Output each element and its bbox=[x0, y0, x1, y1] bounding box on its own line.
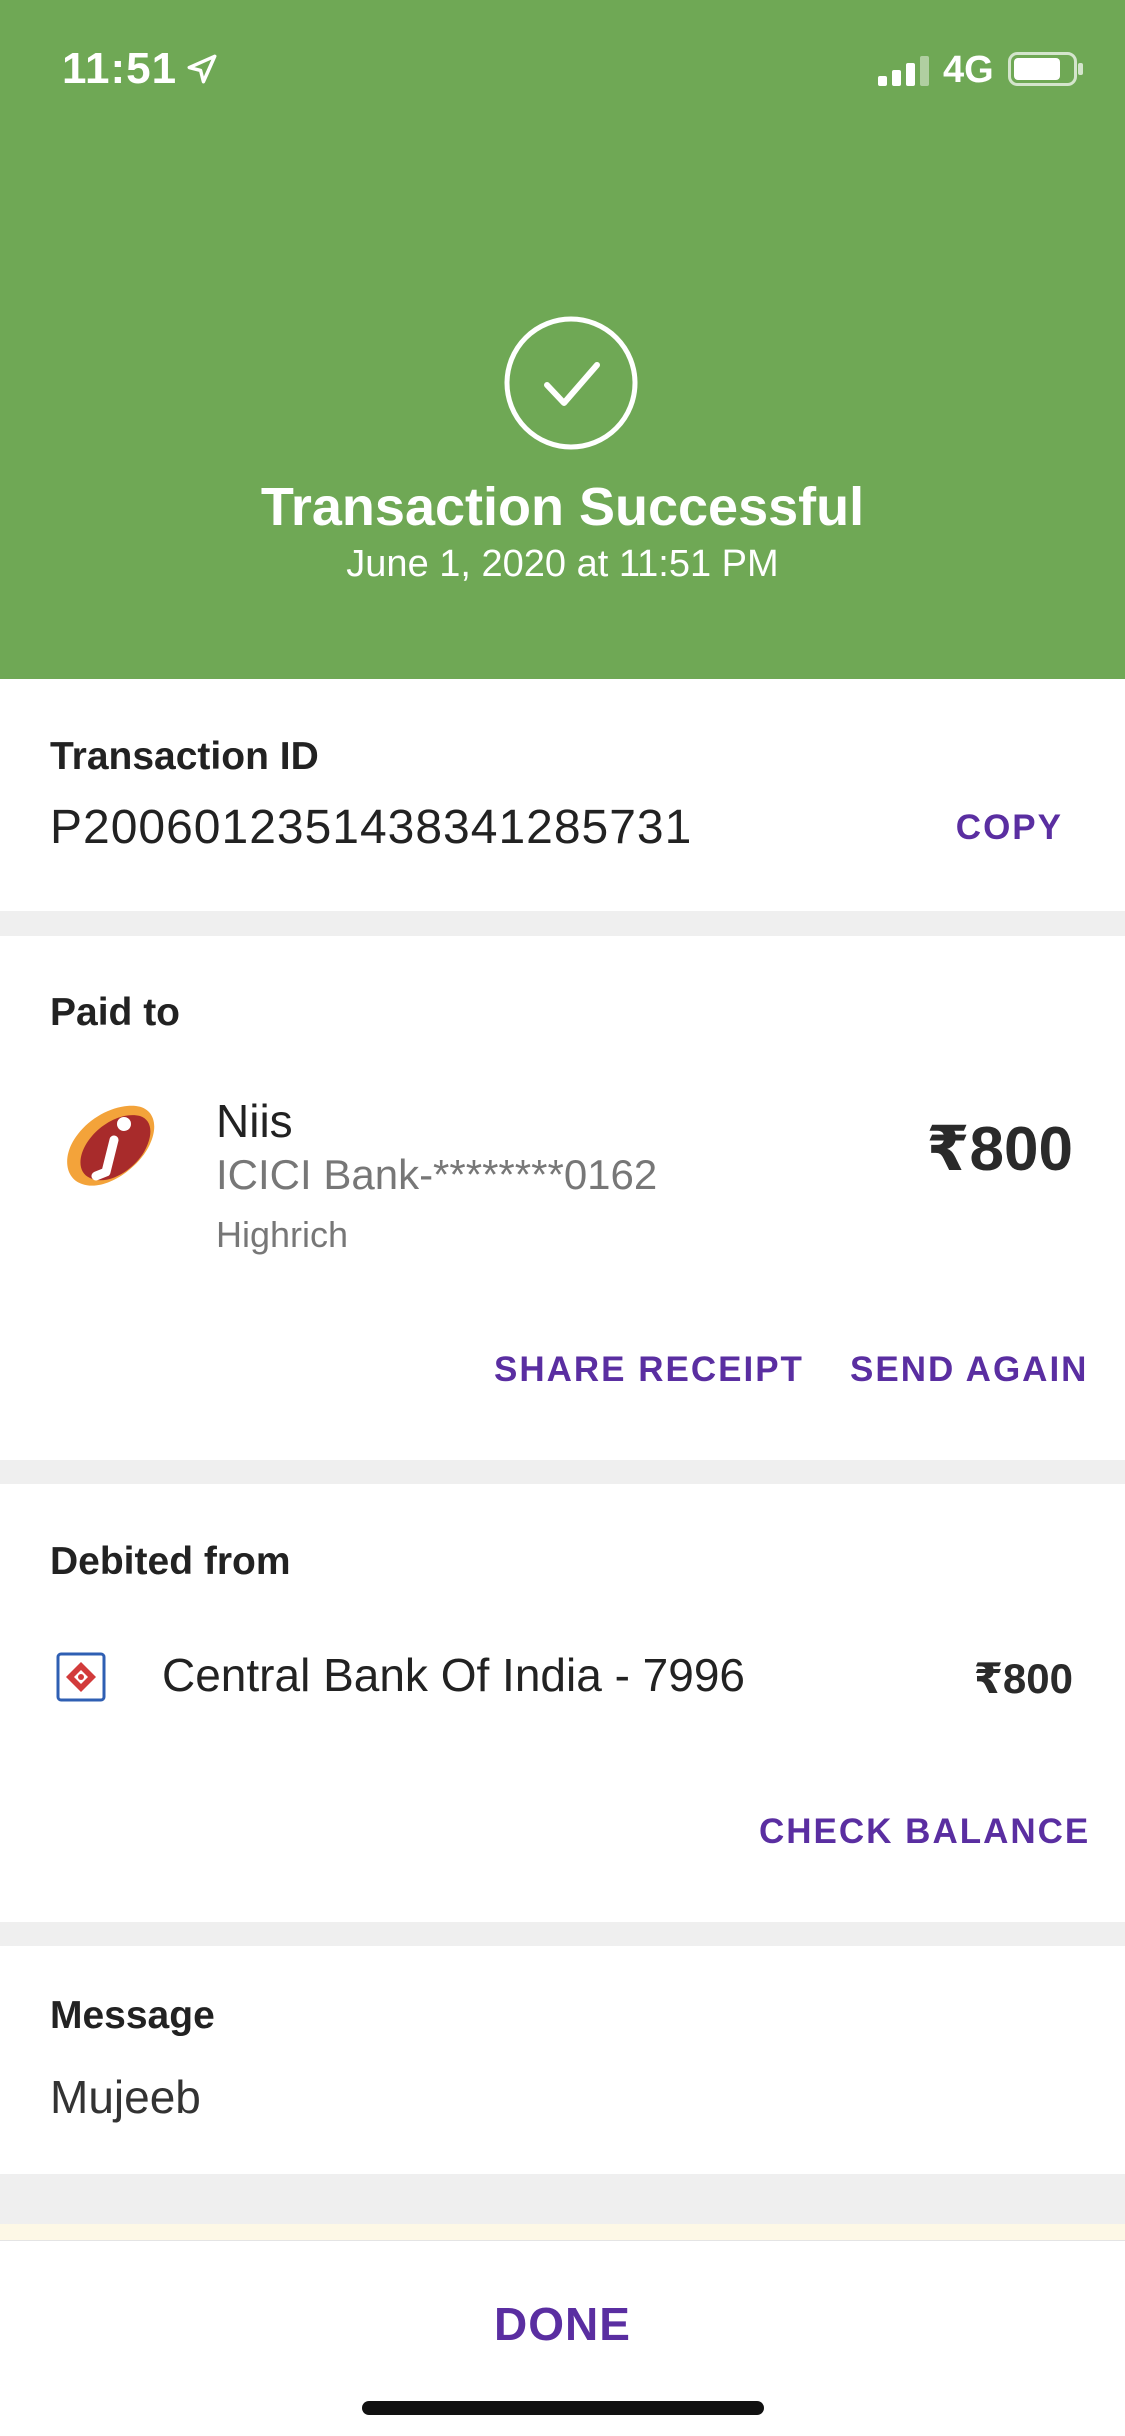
paid-amount: ₹800 bbox=[926, 1115, 1073, 1184]
signal-icon bbox=[878, 56, 929, 86]
payee-subtitle: Highrich bbox=[216, 1214, 349, 1255]
done-button[interactable]: DONE bbox=[0, 2297, 1125, 2351]
paid-to-card: Paid to Niis ICICI Bank-********0162 Hig… bbox=[0, 936, 1125, 1460]
send-again-button[interactable]: SEND AGAIN bbox=[850, 1350, 1088, 1390]
message-text: Mujeeb bbox=[50, 2071, 201, 2123]
copy-button[interactable]: COPY bbox=[956, 808, 1063, 848]
payee-account: ICICI Bank-********0162 bbox=[216, 1151, 658, 1198]
battery-icon bbox=[1008, 52, 1083, 86]
debited-from-card: Debited from Central Bank Of India - 799… bbox=[0, 1484, 1125, 1922]
message-label: Message bbox=[50, 1994, 215, 2037]
home-indicator[interactable] bbox=[362, 2401, 764, 2415]
share-receipt-button[interactable]: SHARE RECEIPT bbox=[494, 1350, 804, 1390]
check-circle-icon bbox=[504, 316, 638, 450]
bottom-bar: DONE bbox=[0, 2240, 1125, 2436]
status-time: 11:51 bbox=[62, 44, 178, 93]
paid-to-label: Paid to bbox=[50, 991, 181, 1034]
network-type: 4G bbox=[943, 49, 994, 91]
debited-from-label: Debited from bbox=[50, 1540, 291, 1583]
message-card: Message Mujeeb bbox=[0, 1946, 1125, 2174]
check-balance-button[interactable]: CHECK BALANCE bbox=[759, 1812, 1090, 1852]
success-header: 11:51 4G Transaction Successful June 1, … bbox=[0, 0, 1125, 679]
debit-amount: ₹800 bbox=[973, 1655, 1073, 1702]
payee-name: Niis bbox=[216, 1095, 293, 1147]
transaction-id-card: Transaction ID P2006012351438341285731 C… bbox=[0, 679, 1125, 911]
location-arrow-icon bbox=[187, 54, 217, 84]
status-bar: 11:51 4G bbox=[0, 0, 1125, 140]
debit-bank-name: Central Bank Of India - 7996 bbox=[162, 1649, 745, 1701]
central-bank-logo bbox=[56, 1652, 106, 1702]
success-title: Transaction Successful bbox=[260, 477, 865, 537]
transaction-date: June 1, 2020 at 11:51 PM bbox=[346, 543, 779, 585]
icici-bank-logo bbox=[67, 1105, 155, 1186]
transaction-id-label: Transaction ID bbox=[50, 735, 319, 778]
transaction-id-value: P2006012351438341285731 bbox=[50, 801, 693, 854]
